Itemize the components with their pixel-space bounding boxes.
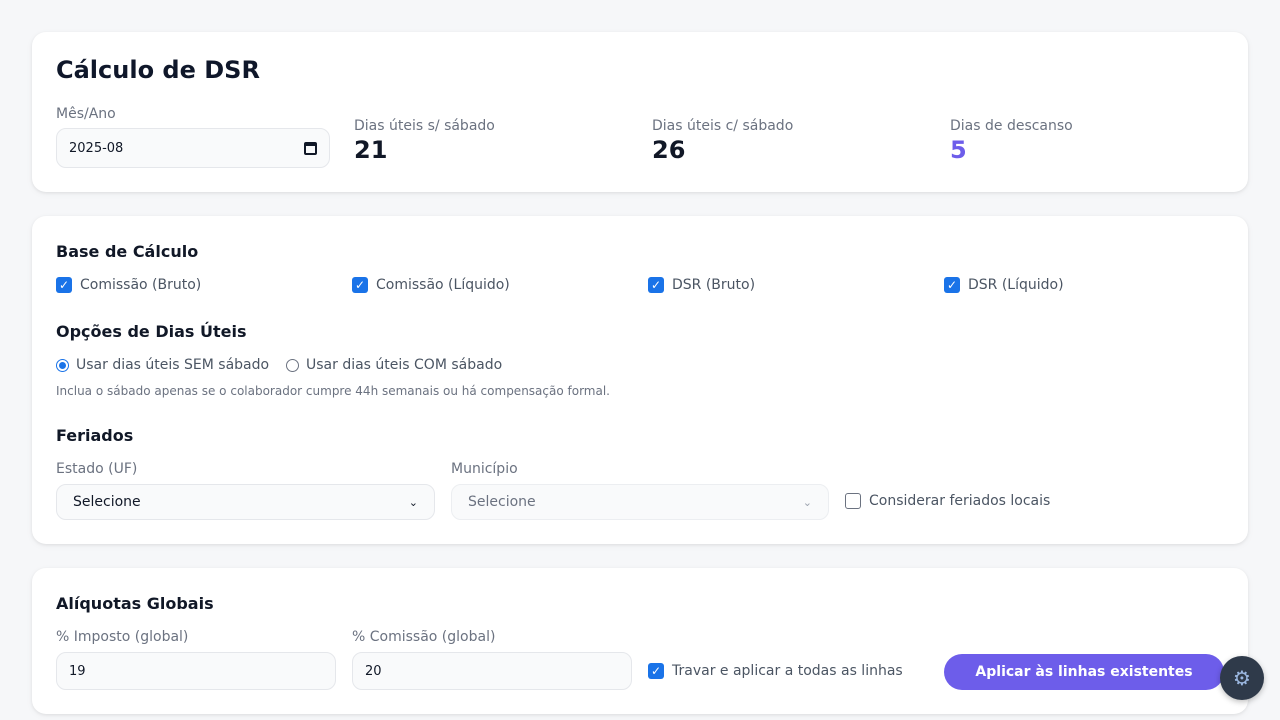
base-option-label: DSR (Bruto) bbox=[672, 277, 756, 293]
city-select[interactable]: Selecione ⌄ bbox=[451, 484, 829, 520]
local-holidays-label: Considerar feriados locais bbox=[869, 493, 1051, 509]
state-select-value: Selecione bbox=[73, 494, 141, 510]
stat-value-rest-days: 5 bbox=[950, 136, 967, 164]
stat-label-with-saturday: Dias úteis c/ sábado bbox=[652, 118, 794, 134]
apply-existing-button[interactable]: Aplicar às linhas existentes bbox=[944, 654, 1224, 690]
city-select-value: Selecione bbox=[468, 494, 536, 510]
local-holidays-toggle[interactable]: Considerar feriados locais bbox=[845, 493, 1050, 509]
state-select[interactable]: Selecione ⌄ bbox=[56, 484, 435, 520]
base-option-label: Comissão (Bruto) bbox=[80, 277, 202, 293]
commission-value: 20 bbox=[365, 663, 382, 679]
stat-value-no-saturday: 21 bbox=[354, 136, 388, 164]
settings-card: Base de Cálculo ✓ Comissão (Bruto) ✓ Com… bbox=[32, 216, 1248, 544]
page-title: Cálculo de DSR bbox=[56, 56, 260, 84]
base-option-commission-gross[interactable]: ✓ Comissão (Bruto) bbox=[56, 277, 201, 293]
calendar-icon[interactable] bbox=[304, 141, 317, 155]
base-option-dsr-net[interactable]: ✓ DSR (Líquido) bbox=[944, 277, 1064, 293]
checkbox-unchecked[interactable] bbox=[845, 493, 861, 509]
rates-section-title: Alíquotas Globais bbox=[56, 594, 214, 613]
month-value: 2025-08 bbox=[69, 140, 124, 156]
workdays-option-with-saturday[interactable]: Usar dias úteis COM sábado bbox=[286, 357, 502, 373]
month-input[interactable]: 2025-08 bbox=[56, 128, 330, 168]
holidays-section-title: Feriados bbox=[56, 426, 134, 445]
commission-input[interactable]: 20 bbox=[352, 652, 632, 690]
workdays-section-title: Opções de Dias Úteis bbox=[56, 322, 247, 341]
gear-icon: ⚙ bbox=[1233, 666, 1251, 690]
workdays-option-without-saturday[interactable]: Usar dias úteis SEM sábado bbox=[56, 357, 269, 373]
base-option-dsr-gross[interactable]: ✓ DSR (Bruto) bbox=[648, 277, 755, 293]
checkbox-checked[interactable]: ✓ bbox=[56, 277, 72, 293]
radio-unselected[interactable] bbox=[286, 358, 299, 372]
state-label: Estado (UF) bbox=[56, 461, 138, 477]
chevron-down-icon: ⌄ bbox=[408, 495, 418, 509]
commission-label: % Comissão (global) bbox=[352, 629, 496, 645]
workdays-option-label: Usar dias úteis SEM sábado bbox=[76, 357, 270, 373]
header-card: Cálculo de DSR Mês/Ano 2025-08 Dias útei… bbox=[32, 32, 1248, 192]
stat-label-rest-days: Dias de descanso bbox=[950, 118, 1073, 134]
settings-fab[interactable]: ⚙ bbox=[1220, 656, 1264, 700]
rates-card: Alíquotas Globais % Imposto (global) 19 … bbox=[32, 568, 1248, 714]
base-option-commission-net[interactable]: ✓ Comissão (Líquido) bbox=[352, 277, 510, 293]
checkbox-checked[interactable]: ✓ bbox=[944, 277, 960, 293]
chevron-down-icon: ⌄ bbox=[802, 495, 812, 509]
month-label: Mês/Ano bbox=[56, 106, 116, 122]
workdays-hint: Inclua o sábado apenas se o colaborador … bbox=[56, 384, 610, 398]
base-section-title: Base de Cálculo bbox=[56, 242, 199, 261]
lock-apply-label: Travar e aplicar a todas as linhas bbox=[672, 663, 903, 679]
lock-apply-toggle[interactable]: ✓ Travar e aplicar a todas as linhas bbox=[648, 663, 903, 679]
checkbox-checked[interactable]: ✓ bbox=[352, 277, 368, 293]
stat-value-with-saturday: 26 bbox=[652, 136, 686, 164]
tax-input[interactable]: 19 bbox=[56, 652, 336, 690]
tax-value: 19 bbox=[69, 663, 86, 679]
radio-selected[interactable] bbox=[56, 358, 69, 372]
workdays-option-label: Usar dias úteis COM sábado bbox=[306, 357, 503, 373]
base-option-label: Comissão (Líquido) bbox=[376, 277, 510, 293]
checkbox-checked[interactable]: ✓ bbox=[648, 663, 664, 679]
tax-label: % Imposto (global) bbox=[56, 629, 189, 645]
checkbox-checked[interactable]: ✓ bbox=[648, 277, 664, 293]
base-option-label: DSR (Líquido) bbox=[968, 277, 1064, 293]
city-label: Município bbox=[451, 461, 518, 477]
stat-label-no-saturday: Dias úteis s/ sábado bbox=[354, 118, 495, 134]
